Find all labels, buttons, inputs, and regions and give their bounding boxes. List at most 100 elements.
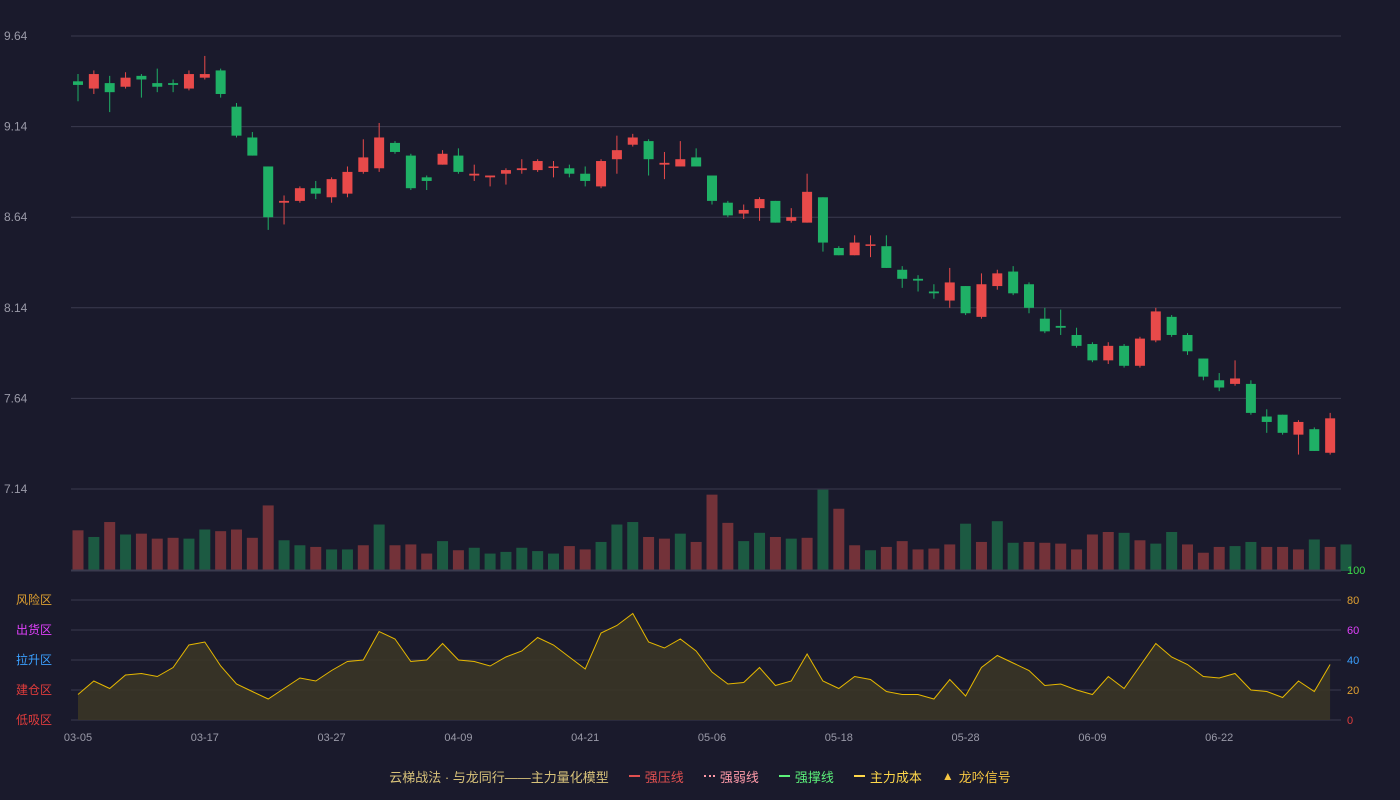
candle[interactable] xyxy=(564,164,575,178)
candle[interactable] xyxy=(183,70,194,91)
candle[interactable] xyxy=(421,175,432,191)
volume-bar xyxy=(532,551,544,571)
candle[interactable] xyxy=(231,103,242,138)
candle[interactable] xyxy=(802,173,813,223)
volume-bar xyxy=(1134,540,1146,571)
candle[interactable] xyxy=(786,208,797,223)
candle[interactable] xyxy=(992,269,1003,290)
candle[interactable] xyxy=(865,235,876,258)
candle[interactable] xyxy=(326,177,337,203)
candle[interactable] xyxy=(500,168,511,185)
candle[interactable] xyxy=(659,151,670,180)
candle[interactable] xyxy=(1198,358,1209,381)
candle[interactable] xyxy=(928,284,939,299)
candle[interactable] xyxy=(675,141,686,167)
candle[interactable] xyxy=(548,161,559,178)
candle[interactable] xyxy=(580,166,591,187)
candle[interactable] xyxy=(596,159,607,189)
candle[interactable] xyxy=(358,139,369,174)
candle[interactable] xyxy=(73,74,83,102)
candle[interactable] xyxy=(374,122,385,172)
candle[interactable] xyxy=(390,141,400,154)
candle[interactable] xyxy=(294,186,305,203)
volume-bar xyxy=(975,541,987,571)
candle[interactable] xyxy=(1039,307,1050,334)
legend-item-model-title[interactable]: 云梯战法 · 与龙同行——主力量化模型 xyxy=(389,767,609,786)
volume-bar xyxy=(801,537,813,571)
candle[interactable] xyxy=(1245,380,1256,415)
candle[interactable] xyxy=(215,68,226,98)
candle[interactable] xyxy=(516,159,527,174)
legend-item-support[interactable]: 强撑线 xyxy=(778,767,834,786)
candle[interactable] xyxy=(453,148,464,174)
candle[interactable] xyxy=(279,195,290,225)
candle[interactable] xyxy=(643,139,654,176)
candle[interactable] xyxy=(722,200,733,218)
candle[interactable] xyxy=(310,180,321,200)
candle-body xyxy=(865,244,876,246)
volume-bar xyxy=(310,546,322,571)
candle[interactable] xyxy=(627,133,638,147)
candle[interactable] xyxy=(1134,336,1145,368)
candle[interactable] xyxy=(263,166,274,230)
candle[interactable] xyxy=(168,79,179,93)
candle[interactable] xyxy=(849,235,860,256)
candle[interactable] xyxy=(1008,266,1019,296)
legend-item-strength[interactable]: 强弱线 xyxy=(703,767,759,786)
candle[interactable] xyxy=(1071,327,1082,348)
candle[interactable] xyxy=(247,132,258,156)
candle[interactable] xyxy=(1214,373,1225,392)
candle[interactable] xyxy=(136,74,147,98)
volume-bar xyxy=(1308,539,1320,571)
candle[interactable] xyxy=(944,267,955,308)
candle[interactable] xyxy=(1024,282,1034,314)
candle-body xyxy=(1182,334,1193,352)
candle[interactable] xyxy=(120,72,131,89)
candle[interactable] xyxy=(405,153,416,191)
candle[interactable] xyxy=(485,175,496,187)
candle[interactable] xyxy=(881,235,892,268)
candle[interactable] xyxy=(707,175,717,205)
candle-body xyxy=(104,83,115,93)
candle[interactable] xyxy=(976,273,987,319)
candle[interactable] xyxy=(1119,344,1130,368)
candle[interactable] xyxy=(1293,420,1304,455)
candle[interactable] xyxy=(833,246,844,256)
candle[interactable] xyxy=(1150,307,1161,343)
candle[interactable] xyxy=(1087,342,1098,363)
candle[interactable] xyxy=(611,135,622,174)
candle[interactable] xyxy=(1182,333,1193,355)
candle[interactable] xyxy=(469,164,480,181)
candle[interactable] xyxy=(532,159,543,172)
candle[interactable] xyxy=(1325,412,1336,455)
candle[interactable] xyxy=(897,266,908,288)
candle[interactable] xyxy=(1103,342,1114,364)
legend-item-main-cost[interactable]: 主力成本 xyxy=(853,767,922,786)
legend-item-resistance[interactable]: 强压线 xyxy=(628,767,684,786)
candle[interactable] xyxy=(1261,409,1272,433)
candle[interactable] xyxy=(342,166,353,198)
volume-bar xyxy=(1229,546,1241,571)
candle-body xyxy=(358,157,369,172)
candle[interactable] xyxy=(913,275,924,292)
date-tick-label: 03-17 xyxy=(191,732,219,744)
candle[interactable] xyxy=(1230,360,1241,386)
oscillator-area xyxy=(78,613,1331,720)
candle-body xyxy=(1071,334,1082,346)
candle[interactable] xyxy=(1055,309,1066,335)
candle[interactable] xyxy=(1166,315,1177,337)
volume-bar xyxy=(484,553,496,571)
candle[interactable] xyxy=(960,286,971,316)
candle[interactable] xyxy=(199,55,210,80)
legend-item-signal[interactable]: ▲ 龙吟信号 xyxy=(942,767,1011,786)
candle[interactable] xyxy=(817,197,828,252)
candle[interactable] xyxy=(104,75,115,113)
candle[interactable] xyxy=(1277,414,1288,435)
volume-bar xyxy=(865,550,876,571)
candle[interactable] xyxy=(691,148,702,167)
candle[interactable] xyxy=(770,200,781,223)
candle[interactable] xyxy=(88,70,99,94)
candle[interactable] xyxy=(1309,427,1320,451)
candle[interactable] xyxy=(152,68,163,93)
candle[interactable] xyxy=(437,150,448,165)
